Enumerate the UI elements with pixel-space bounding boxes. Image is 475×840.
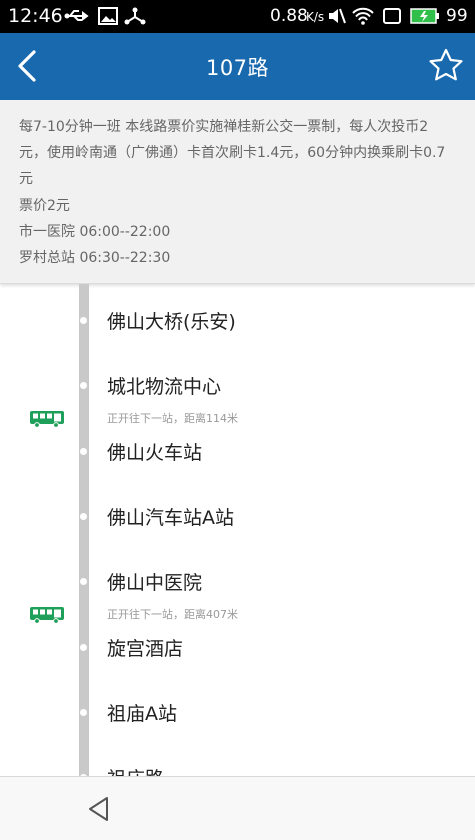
mute-icon [329,8,346,24]
wifi-icon [352,7,374,25]
stop-dot [80,382,87,389]
status-bar: 12:46 0.88 K/s 99 [0,0,475,33]
stop-dot [80,644,87,651]
stop-item[interactable]: 佛山火车站 [0,432,475,472]
page-title: 107路 [205,56,270,80]
nav-back-triangle-icon[interactable] [85,795,113,823]
bus-icon [30,411,64,428]
stop-item[interactable]: 佛山中医院 [0,562,475,602]
stop-item[interactable]: 祖庙A站 [0,693,475,733]
stop-dot [80,448,87,455]
status-time: 12:46 [8,5,63,27]
terminal-b-schedule: 罗村总站 06:30--22:30 [19,250,171,266]
stop-item[interactable]: 祖庙路 [0,758,475,776]
stop-name: 佛山汽车站A站 [107,507,234,529]
terminal-a-schedule: 市一医院 06:00--22:00 [19,224,171,240]
stop-name: 佛山中医院 [107,572,203,594]
system-nav-bar [0,776,475,840]
usb-icon [64,10,89,21]
bus-icon [30,607,64,624]
battery-level: 99 [446,6,468,26]
data-rate: 0.88 [270,6,308,26]
share-icon [124,7,146,25]
stop-dot [80,317,87,324]
stop-name: 祖庙路 [107,764,164,776]
route-info-panel: 每7-10分钟一班 本线路票价实施禅桂新公交一票制，每人次投币2元，使用岭南通（… [0,100,475,284]
star-outline-icon [429,48,463,81]
stop-name: 佛山大桥(乐安) [107,311,236,333]
stop-list[interactable]: 佛山大桥(乐安) 城北物流中心 佛山火车站 佛山汽车站A站 佛山中医院 旋宫酒店… [0,284,475,776]
route-description: 每7-10分钟一班 本线路票价实施禅桂新公交一票制，每人次投币2元，使用岭南通（… [19,119,446,187]
stop-item[interactable]: 佛山大桥(乐安) [0,301,475,341]
stop-item[interactable]: 城北物流中心 [0,366,475,406]
screen-icon [383,8,401,24]
stop-name: 佛山火车站 [107,442,203,464]
stop-dot [80,709,87,716]
route-fare: 票价2元 [19,198,70,214]
stop-name: 祖庙A站 [107,703,177,725]
bus-distance-hint: 正开往下一站，距离407米 [107,608,238,621]
battery-icon [410,8,439,24]
stop-dot [80,578,87,585]
data-rate-unit: K/s [306,10,325,24]
favorite-button[interactable] [423,43,469,89]
bus-distance-hint: 正开往下一站，距离114米 [107,412,238,425]
stop-item[interactable]: 佛山汽车站A站 [0,497,475,537]
stop-name: 城北物流中心 [107,376,222,398]
stop-dot [80,513,87,520]
stop-name: 旋宫酒店 [107,638,184,660]
app-bar: 107路 [0,33,475,100]
stop-item[interactable]: 旋宫酒店 [0,628,475,668]
image-icon [98,7,118,25]
